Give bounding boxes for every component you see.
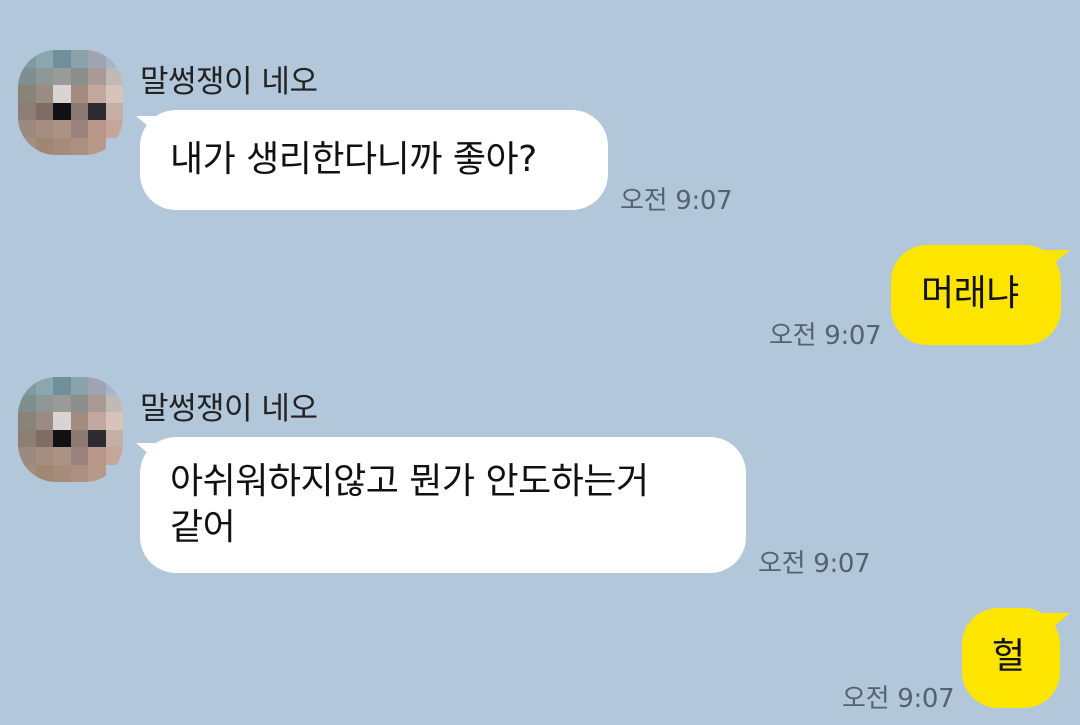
- message-text: 내가 생리한다니까 좋아?: [170, 139, 537, 180]
- avatar[interactable]: [18, 377, 123, 482]
- message-text: 머래냐: [921, 273, 1019, 314]
- message-text-line: 아쉬워하지않고 뭔가 안도하는거: [170, 461, 649, 502]
- bubble-tail: [1044, 250, 1070, 272]
- message-text-line: 같어: [170, 507, 236, 548]
- message-bubble[interactable]: 내가 생리한다니까 좋아?: [140, 110, 608, 210]
- timestamp: 오전 9:07: [620, 186, 733, 216]
- bubble-tail: [1044, 613, 1070, 635]
- sender-name: 말썽쟁이 네오: [140, 391, 318, 427]
- timestamp: 오전 9:07: [842, 684, 955, 714]
- message-bubble[interactable]: 아쉬워하지않고 뭔가 안도하는거 같어: [140, 437, 746, 573]
- timestamp: 오전 9:07: [758, 549, 871, 579]
- avatar[interactable]: [18, 50, 123, 155]
- message-text: 헐: [992, 636, 1025, 677]
- message-bubble[interactable]: 머래냐: [891, 245, 1061, 345]
- timestamp: 오전 9:07: [769, 321, 882, 351]
- sender-name: 말썽쟁이 네오: [140, 64, 318, 100]
